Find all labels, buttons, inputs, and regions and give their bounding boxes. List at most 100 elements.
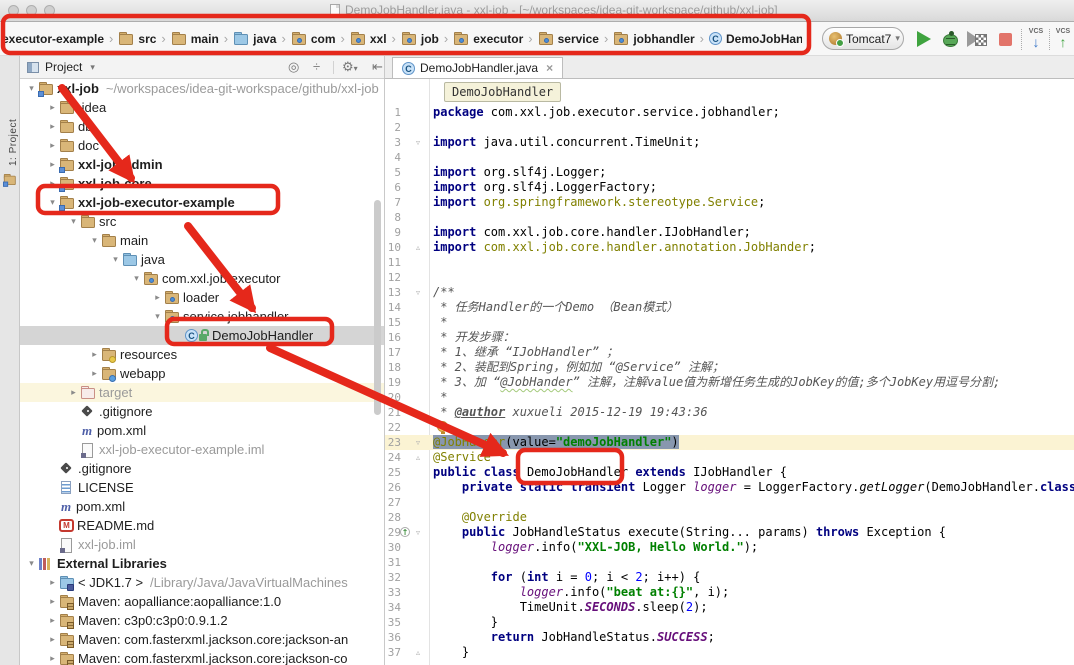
breadcrumb-item[interactable]: service: [538, 32, 599, 46]
tree-item[interactable]: ▸Maven: aopalliance:aopalliance:1.0: [20, 592, 384, 611]
expand-arrow-icon[interactable]: ▸: [46, 653, 59, 664]
line-number: 25: [385, 465, 401, 480]
tree-item[interactable]: ▾src: [20, 212, 384, 231]
tree-item[interactable]: xxl-job.iml: [20, 535, 384, 554]
breadcrumb-item[interactable]: java: [233, 32, 276, 46]
breadcrumb-item[interactable]: CDemoJobHandler: [709, 32, 802, 46]
run-with-coverage-button[interactable]: [967, 31, 989, 49]
vcs-update-button[interactable]: VCS ↓: [1025, 28, 1047, 49]
tree-item[interactable]: ▸db: [20, 117, 384, 136]
expand-arrow-icon[interactable]: ▸: [46, 634, 59, 645]
tree-item[interactable]: CDemoJobHandler: [20, 326, 384, 345]
fold-marker-icon[interactable]: ▿: [412, 285, 424, 300]
expand-arrow-icon[interactable]: ▸: [46, 159, 59, 170]
tree-item[interactable]: ▾com.xxl.job.executor: [20, 269, 384, 288]
fold-marker-icon[interactable]: ▿: [412, 525, 424, 540]
expand-arrow-icon[interactable]: ▾: [109, 254, 122, 265]
expand-arrow-icon[interactable]: ▾: [46, 197, 59, 208]
tree-item[interactable]: ▸loader: [20, 288, 384, 307]
expand-arrow-icon[interactable]: ▾: [151, 311, 164, 322]
fold-marker-icon[interactable]: ▿: [412, 435, 424, 450]
tree-item[interactable]: ▾xxl-job~/workspaces/idea-git-workspace/…: [20, 79, 384, 98]
fold-marker-icon[interactable]: ▿: [412, 135, 424, 150]
expand-arrow-icon[interactable]: ▸: [88, 349, 101, 360]
editor-tab[interactable]: C DemoJobHandler.java ×: [392, 57, 563, 78]
tree-item[interactable]: ▸target: [20, 383, 384, 402]
expand-arrow-icon[interactable]: ▾: [25, 83, 38, 94]
code-editor[interactable]: 1package com.xxl.job.executor.service.jo…: [384, 79, 1074, 665]
context-tag[interactable]: DemoJobHandler: [444, 82, 561, 102]
tree-item[interactable]: ▸xxl-job-core: [20, 174, 384, 193]
breadcrumb-item[interactable]: job: [401, 32, 439, 46]
breadcrumb-item[interactable]: src: [118, 32, 156, 46]
tree-item[interactable]: ▸Maven: com.fasterxml.jackson.core:jacks…: [20, 630, 384, 649]
hide-panel-icon[interactable]: ⇤: [372, 59, 383, 75]
expand-arrow-icon[interactable]: ▾: [130, 273, 143, 284]
expand-arrow-icon[interactable]: ▸: [46, 615, 59, 626]
run-configuration-selector[interactable]: Tomcat7 ▾: [822, 27, 904, 50]
project-tab-folder-icon[interactable]: [3, 174, 17, 186]
code-line: 8: [385, 210, 1074, 225]
tree-item[interactable]: ▸Maven: com.fasterxml.jackson.core:jacks…: [20, 649, 384, 665]
tree-item[interactable]: ▾java: [20, 250, 384, 269]
tree-item[interactable]: ▸resources: [20, 345, 384, 364]
expand-arrow-icon[interactable]: ▾: [25, 558, 38, 569]
line-number: 26: [385, 480, 401, 495]
tree-scrollbar[interactable]: [374, 200, 381, 415]
expand-arrow-icon[interactable]: ▾: [67, 216, 80, 227]
collapse-all-icon[interactable]: ÷: [313, 59, 320, 75]
stop-button[interactable]: [999, 33, 1012, 46]
chevron-down-icon[interactable]: ▾: [90, 62, 95, 73]
tree-item[interactable]: ▸Maven: c3p0:c3p0:0.9.1.2: [20, 611, 384, 630]
expand-arrow-icon[interactable]: ▸: [46, 178, 59, 189]
tree-item[interactable]: ▸xxl-job-admin: [20, 155, 384, 174]
vcs-commit-button[interactable]: VCS ↑: [1052, 28, 1074, 49]
fold-marker-icon[interactable]: ▵: [412, 645, 424, 660]
breadcrumb-item[interactable]: jobhandler: [613, 32, 694, 46]
tree-item[interactable]: .gitignore: [20, 459, 384, 478]
tree-item[interactable]: xxl-job-executor-example.iml: [20, 440, 384, 459]
breadcrumb-item[interactable]: xxl: [350, 32, 387, 46]
project-tool-window-tab[interactable]: 1: Project: [1, 114, 19, 170]
breadcrumb-item[interactable]: main: [171, 32, 219, 46]
breadcrumb-item[interactable]: com: [291, 32, 336, 46]
expand-arrow-icon[interactable]: ▸: [46, 140, 59, 151]
fold-marker-icon[interactable]: ▵: [412, 450, 424, 465]
tree-item[interactable]: LICENSE: [20, 478, 384, 497]
intention-bulb-icon[interactable]: [437, 421, 448, 432]
window-zoom-icon[interactable]: [44, 5, 55, 16]
tree-item[interactable]: ▾xxl-job-executor-example: [20, 193, 384, 212]
expand-arrow-icon[interactable]: ▾: [88, 235, 101, 246]
settings-icon[interactable]: ⚙▾: [342, 59, 358, 77]
close-icon[interactable]: ×: [546, 61, 553, 75]
override-marker-icon[interactable]: ↑: [400, 527, 410, 537]
tree-item[interactable]: ▸< JDK1.7 >/Library/Java/JavaVirtualMach…: [20, 573, 384, 592]
fold-marker-icon[interactable]: ▵: [412, 240, 424, 255]
tree-item[interactable]: ▾External Libraries: [20, 554, 384, 573]
expand-arrow-icon[interactable]: ▸: [151, 292, 164, 303]
tree-item[interactable]: ▾service.jobhandler: [20, 307, 384, 326]
tree-item[interactable]: MREADME.md: [20, 516, 384, 535]
breadcrumb-item[interactable]: executor-example: [2, 32, 104, 46]
expand-arrow-icon[interactable]: ▸: [46, 121, 59, 132]
expand-arrow-icon[interactable]: ▸: [46, 596, 59, 607]
expand-arrow-icon[interactable]: ▸: [88, 368, 101, 379]
window-close-icon[interactable]: [8, 5, 19, 16]
tree-item[interactable]: .gitignore: [20, 402, 384, 421]
expand-arrow-icon[interactable]: ▸: [67, 387, 80, 398]
tree-item[interactable]: mpom.xml: [20, 497, 384, 516]
tree-item[interactable]: ▸doc: [20, 136, 384, 155]
debug-button[interactable]: [943, 34, 958, 47]
tree-item[interactable]: ▾main: [20, 231, 384, 250]
expand-arrow-icon[interactable]: ▸: [46, 577, 59, 588]
tree-item[interactable]: ▸webapp: [20, 364, 384, 383]
tree-item[interactable]: mpom.xml: [20, 421, 384, 440]
expand-arrow-icon[interactable]: ▸: [46, 102, 59, 113]
tree-item-label: .gitignore: [78, 461, 131, 476]
run-button[interactable]: [917, 31, 931, 47]
locate-icon[interactable]: ◎: [288, 59, 299, 75]
folder-icon: [59, 101, 75, 115]
breadcrumb-item[interactable]: executor: [453, 32, 523, 46]
window-minimize-icon[interactable]: [26, 5, 37, 16]
tree-item[interactable]: ▸.idea: [20, 98, 384, 117]
